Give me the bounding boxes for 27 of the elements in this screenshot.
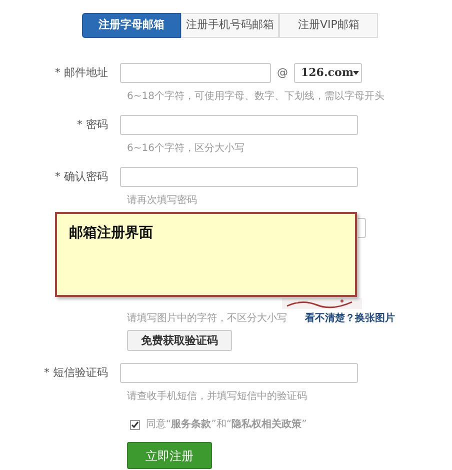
input-field[interactable]	[120, 167, 358, 187]
field-hint: 6~18个字符，可使用字母、数字、下划线，需以字母开头	[127, 91, 384, 103]
check-icon	[131, 421, 139, 429]
domain-select[interactable]: 126.com	[294, 63, 362, 83]
field-hint: 请填写图片中的字符，不区分大小写	[127, 313, 287, 325]
field-hint: 6~16个字符，区分大小写	[127, 143, 244, 155]
register-button[interactable]: 立即注册	[127, 442, 212, 469]
field-hint: 请再次填写密码	[127, 195, 197, 207]
caret-icon	[353, 71, 360, 75]
field-label: * 短信验证码	[44, 364, 108, 381]
tab[interactable]: 注册字母邮箱	[82, 13, 181, 38]
tab[interactable]: 注册手机号码邮箱	[180, 13, 280, 38]
at-sign: @	[277, 64, 288, 81]
agreement-checkbox[interactable]	[130, 420, 140, 430]
field-label: * 邮件地址	[55, 64, 108, 81]
input-field[interactable]	[120, 63, 271, 83]
field-label: * 确认密码	[55, 168, 108, 185]
agreement-text: 同意“服务条款”和“隐私权相关政策”	[146, 419, 307, 431]
field-label: * 密码	[77, 116, 108, 133]
input-field[interactable]	[358, 218, 366, 238]
input-field[interactable]	[120, 115, 358, 135]
get-code-button[interactable]: 免费获取验证码	[127, 330, 232, 351]
tab[interactable]: 注册VIP邮箱	[279, 13, 378, 38]
field-hint: 请查收手机短信，并填写短信中的验证码	[127, 391, 307, 403]
refresh-captcha-link[interactable]: 看不清楚？换张图片	[305, 313, 395, 325]
note-title: 邮箱注册界面	[69, 225, 153, 241]
input-field[interactable]	[120, 363, 358, 383]
